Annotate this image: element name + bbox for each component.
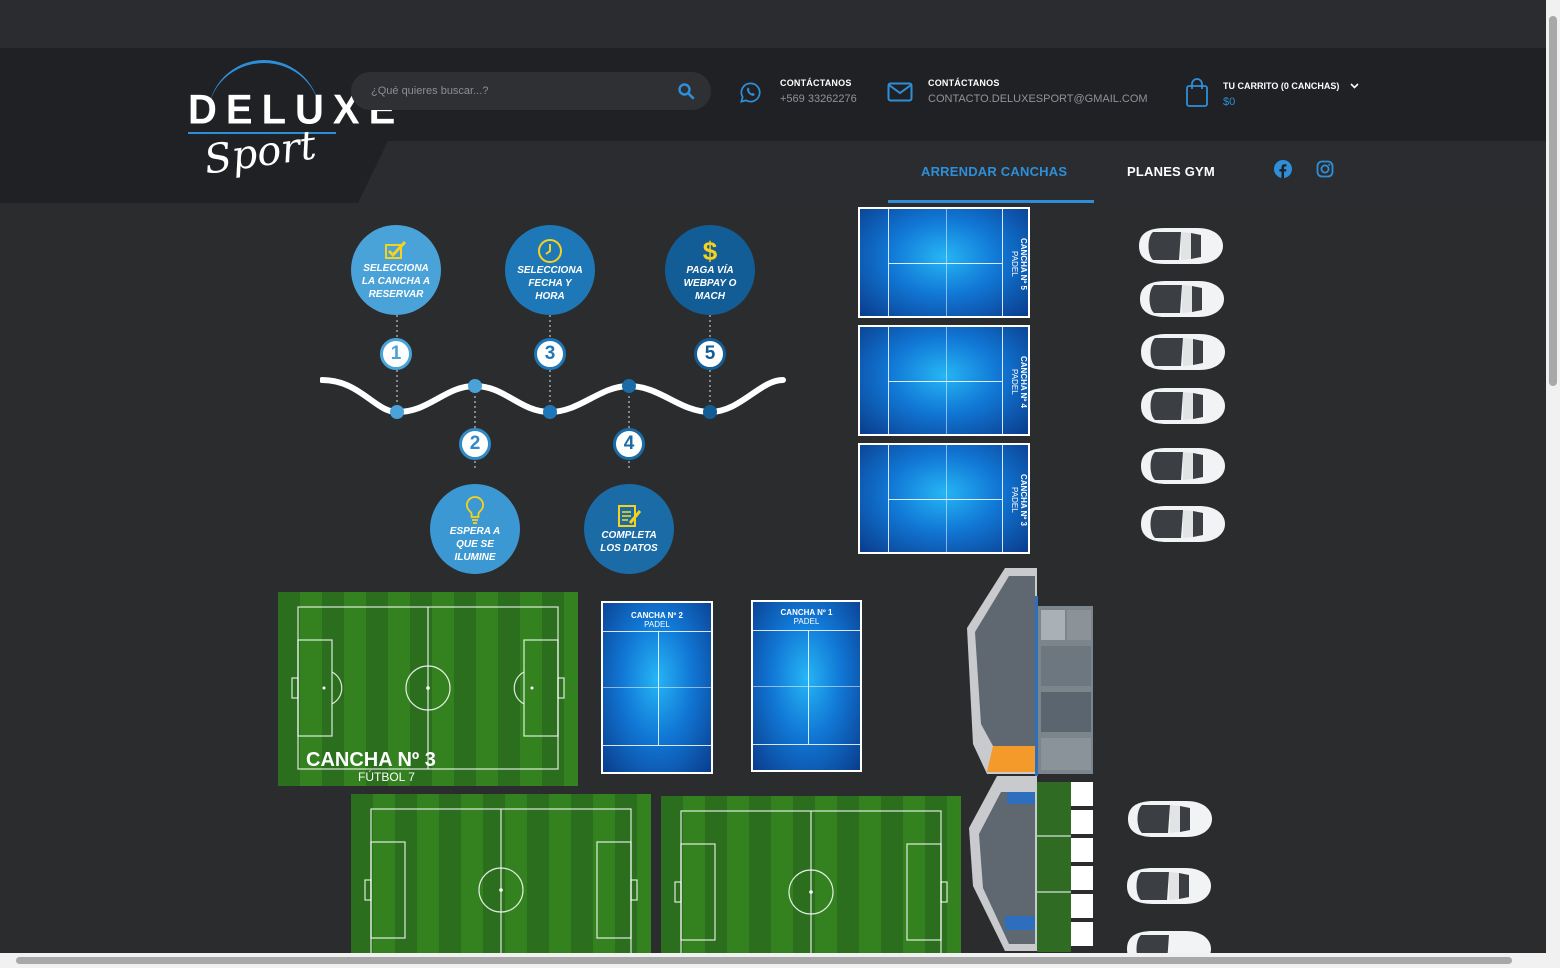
contact-email-value: CONTACTO.DELUXESPORT@GMAIL.COM — [928, 93, 1148, 105]
vertical-scrollbar[interactable] — [1546, 0, 1560, 968]
search-bar — [351, 72, 711, 110]
contact-phone-value: +569 33262276 — [780, 93, 857, 105]
nav-arrendar-canchas[interactable]: ARRENDAR CANCHAS — [921, 164, 1067, 179]
step-5-text: PAGA VÍA WEBPAY O MACH — [683, 264, 737, 302]
dollar-icon: $ — [702, 235, 718, 266]
step-2-text: ESPERA A QUE SE ILUMINE — [449, 525, 501, 563]
horizontal-scrollbar[interactable] — [0, 953, 1546, 968]
court-padel-3[interactable]: CANCHA Nº 3 PADEL — [858, 443, 1030, 554]
step-4-number: 4 — [613, 428, 645, 460]
court-padel-4[interactable]: CANCHA Nº 4 PADEL — [858, 325, 1030, 436]
contact-phone-title: CONTÁCTANOS — [780, 78, 852, 88]
step-5-number: 5 — [694, 338, 726, 370]
horizontal-scrollbar-thumb[interactable] — [16, 957, 1512, 964]
instagram-icon[interactable] — [1316, 160, 1334, 178]
search-icon[interactable] — [677, 82, 695, 100]
court-soccer-3-type: FÚTBOL 7 — [358, 770, 415, 784]
step-5-circle: $ PAGA VÍA WEBPAY O MACH — [665, 225, 755, 315]
contact-email[interactable]: CONTÁCTANOS CONTACTO.DELUXESPORT@GMAIL.C… — [928, 78, 1148, 105]
soccer-field-lines — [674, 810, 948, 953]
facebook-icon[interactable] — [1274, 160, 1292, 178]
parked-car-icon — [1128, 801, 1212, 837]
parked-car-icon — [1139, 228, 1223, 264]
checkmark-icon — [385, 240, 407, 259]
parked-car-icon — [1141, 388, 1225, 424]
top-strip — [0, 0, 1546, 48]
parked-car-icon — [1140, 281, 1224, 317]
court-padel-5-label: CANCHA Nº 5 PADEL — [1010, 238, 1028, 290]
court-soccer-b[interactable] — [661, 796, 961, 953]
lightbulb-icon — [466, 495, 484, 524]
court-padel-5[interactable]: CANCHA Nº 5 PADEL — [858, 207, 1030, 318]
court-padel-2[interactable]: CANCHA Nº 2 PADEL — [601, 601, 713, 774]
chevron-down-icon[interactable] — [1350, 83, 1359, 89]
search-input[interactable] — [371, 81, 671, 101]
parked-car-icon — [1141, 334, 1225, 370]
cart-total: $0 — [1223, 96, 1236, 108]
step-4-text: COMPLETA LOS DATOS — [600, 530, 658, 554]
court-soccer-3-name: CANCHA Nº 3 — [306, 749, 436, 771]
contact-email-title: CONTÁCTANOS — [928, 78, 1000, 88]
step-1-number: 1 — [380, 338, 412, 370]
step-3-circle: SELECCIONA FECHA Y HORA — [505, 225, 595, 315]
step-2-number: 2 — [459, 428, 491, 460]
vertical-scrollbar-thumb[interactable] — [1549, 16, 1557, 386]
step-3-number: 3 — [534, 338, 566, 370]
soccer-field-lines — [364, 808, 638, 953]
step-1-circle: SELECCIONA LA CANCHA A RESERVAR — [351, 225, 441, 315]
step-4-circle: COMPLETA LOS DATOS — [584, 484, 674, 574]
parked-car-icon — [1141, 448, 1225, 484]
site-logo[interactable]: DELUXE Sport — [188, 60, 405, 186]
court-padel-1[interactable]: CANCHA Nº 1 PADEL — [751, 600, 862, 772]
steps-wave — [320, 315, 786, 470]
gym-building — [967, 568, 1093, 952]
court-padel-2-label: CANCHA Nº 2 PADEL — [631, 611, 683, 629]
court-soccer-a[interactable] — [351, 794, 651, 953]
contact-phone[interactable]: CONTÁCTANOS +569 33262276 — [780, 78, 857, 105]
court-padel-3-label: CANCHA Nº 3 PADEL — [1010, 474, 1028, 526]
logo-word: DELUXE — [188, 86, 405, 134]
parked-car-icon — [1141, 506, 1225, 542]
court-padel-4-label: CANCHA Nº 4 PADEL — [1010, 356, 1028, 408]
court-soccer-3[interactable]: CANCHA Nº 3 FÚTBOL 7 — [278, 592, 578, 786]
whatsapp-icon[interactable] — [739, 81, 762, 104]
step-1-text: SELECCIONA LA CANCHA A RESERVAR — [361, 262, 431, 300]
nav-planes-gym[interactable]: PLANES GYM — [1127, 164, 1215, 179]
form-icon — [618, 505, 642, 527]
step-2-circle: ESPERA A QUE SE ILUMINE — [430, 484, 520, 574]
shopping-bag-icon — [1186, 78, 1208, 107]
clock-icon — [538, 238, 562, 263]
court-padel-1-label: CANCHA Nº 1 PADEL — [780, 608, 833, 626]
parked-car-icon — [1127, 868, 1211, 904]
step-3-text: SELECCIONA FECHA Y HORA — [517, 264, 583, 302]
parked-car-icon — [1127, 931, 1211, 953]
cart-title: TU CARRITO (0 CANCHAS) — [1223, 81, 1340, 91]
mail-icon[interactable] — [887, 82, 913, 102]
